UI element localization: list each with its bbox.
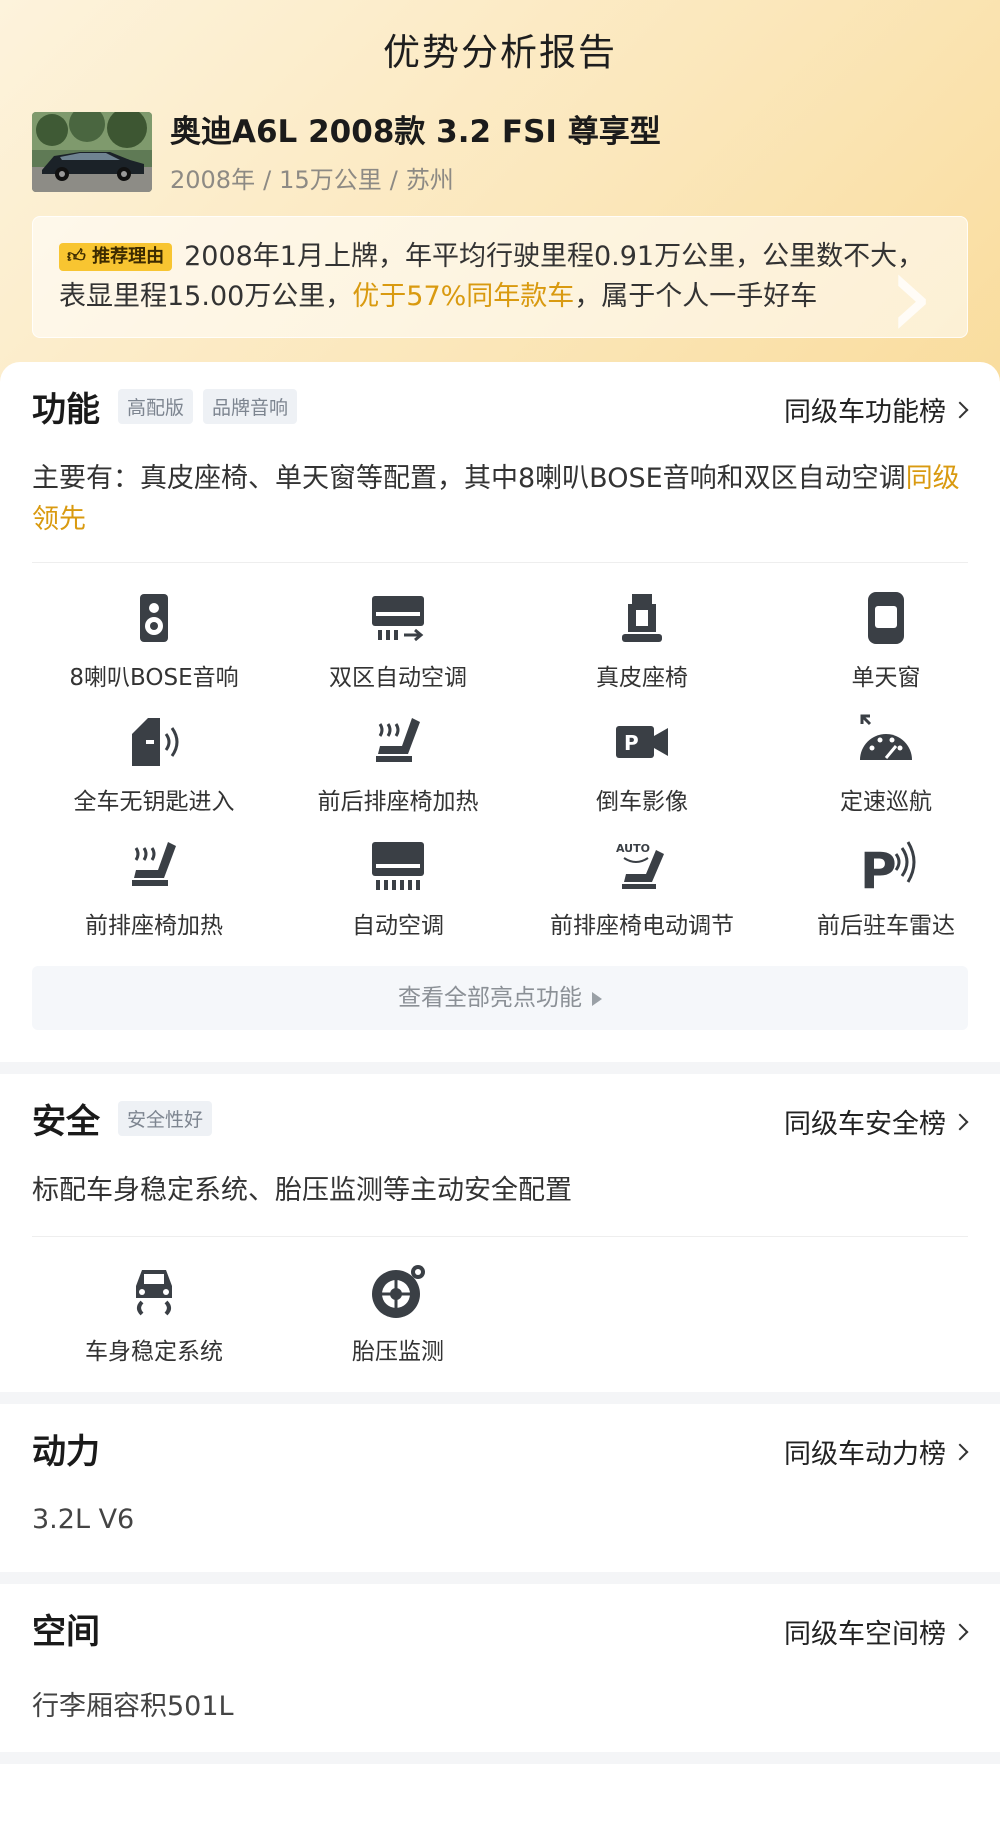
leather-seat-icon [622, 594, 662, 642]
feature-item[interactable]: 8喇叭BOSE音响 [32, 588, 276, 708]
front-seat-heating-icon [132, 842, 176, 886]
function-section: 功能 高配版 品牌音响 同级车功能榜 主要有：真皮座椅、单天窗等配置，其中8喇叭… [0, 362, 1000, 1062]
car-name: 奥迪A6L 2008款 3.2 FSI 尊享型 [170, 114, 661, 150]
see-all-features-button[interactable]: 查看全部亮点功能 [32, 966, 968, 1030]
space-value: 行李厢容积501L [32, 1691, 234, 1722]
feature-item[interactable]: 全车无钥匙进入 [32, 712, 276, 832]
svg-text:P: P [860, 842, 897, 896]
svg-text:P: P [624, 731, 639, 755]
tag-brand-audio: 品牌音响 [203, 388, 298, 424]
section-title: 空间 [32, 1611, 100, 1652]
tag-safety-good: 安全性好 [118, 1100, 213, 1136]
reason-text-b: ，属于个人一手好车 [574, 281, 818, 312]
section-title: 安全 [32, 1101, 100, 1142]
feature-item[interactable]: 前后排座椅加热 [276, 712, 520, 832]
chevron-right-icon [951, 1623, 969, 1640]
safety-section: 安全 安全性好 同级车安全榜 标配车身稳定系统、胎压监测等主动安全配置 车身稳定… [0, 1074, 1000, 1392]
auto-ac-icon [372, 842, 424, 890]
tag-high-config: 高配版 [118, 388, 194, 424]
tire-pressure-icon [372, 1265, 425, 1318]
sunroof-icon [868, 592, 904, 644]
space-rank-link[interactable]: 同级车空间榜 [784, 1612, 969, 1651]
stability-control-icon [136, 1270, 172, 1316]
safety-rank-link[interactable]: 同级车安全榜 [784, 1102, 969, 1141]
feature-item[interactable]: 车身稳定系统 [32, 1262, 276, 1382]
divider [32, 1236, 968, 1237]
function-desc: 主要有：真皮座椅、单天窗等配置，其中8喇叭BOSE音响和双区自动空调同级领先 [32, 463, 960, 535]
car-mileage: 15万公里 [279, 166, 382, 194]
cruise-control-icon [860, 714, 912, 760]
feature-item[interactable]: 胎压监测 [276, 1262, 520, 1382]
thumbs-up-icon: 👍︎ [67, 246, 86, 267]
car-city: 苏州 [405, 166, 454, 194]
divider [32, 562, 968, 563]
speaker-icon [140, 594, 168, 642]
feature-item[interactable]: 真皮座椅 [520, 588, 764, 708]
feature-item[interactable]: 前排座椅加热 [32, 836, 276, 956]
feature-item[interactable]: 定速巡航 [764, 712, 1000, 832]
power-value: 3.2L V6 [32, 1504, 135, 1535]
safety-desc: 标配车身稳定系统、胎压监测等主动安全配置 [32, 1175, 572, 1206]
function-rank-link[interactable]: 同级车功能榜 [784, 390, 969, 429]
chevron-right-icon [951, 401, 969, 418]
recommend-reason-box: › 👍︎ 推荐理由 2008年1月上牌，年平均行驶里程0.91万公里，公里数不大，… [32, 216, 968, 338]
section-title: 动力 [32, 1431, 100, 1472]
reason-highlight: 优于57%同年款车 [352, 281, 575, 312]
dual-zone-ac-icon [372, 596, 424, 642]
feature-item[interactable]: 单天窗 [764, 588, 1000, 708]
chevron-right-icon [951, 1113, 969, 1130]
power-rank-link[interactable]: 同级车动力榜 [784, 1432, 969, 1471]
recommend-reason-badge: 👍︎ 推荐理由 [59, 243, 173, 271]
feature-item[interactable]: P 倒车影像 [520, 712, 764, 832]
space-section: 空间 同级车空间榜 行李厢容积501L [0, 1584, 1000, 1752]
feature-item[interactable]: P 前后驻车雷达 [764, 836, 1000, 956]
feature-item[interactable]: 自动空调 [276, 836, 520, 956]
svg-text:AUTO: AUTO [616, 842, 650, 855]
power-section: 动力 同级车动力榜 3.2L V6 [0, 1404, 1000, 1572]
chevron-right-icon [951, 1443, 969, 1460]
power-seat-icon: AUTO [616, 842, 664, 889]
feature-item[interactable]: 双区自动空调 [276, 588, 520, 708]
page-title: 优势分析报告 [383, 31, 617, 74]
play-triangle-icon [592, 992, 602, 1006]
bottom-spacer [0, 1764, 1000, 1846]
parking-radar-icon: P [860, 841, 916, 896]
car-year: 2008年 [170, 166, 256, 194]
car-meta: 2008年/15万公里 / 苏州 [170, 166, 454, 194]
reverse-camera-icon: P [616, 726, 668, 758]
keyless-entry-icon [132, 718, 179, 766]
car-thumbnail[interactable] [32, 112, 152, 192]
section-title: 功能 [32, 389, 100, 430]
seat-heating-icon [376, 718, 420, 762]
report-header: 优势分析报告 奥迪A6L 2008款 3.2 FSI 尊享型 2008年/15万… [0, 0, 1000, 420]
feature-item[interactable]: AUTO 前排座椅电动调节 [520, 836, 764, 956]
